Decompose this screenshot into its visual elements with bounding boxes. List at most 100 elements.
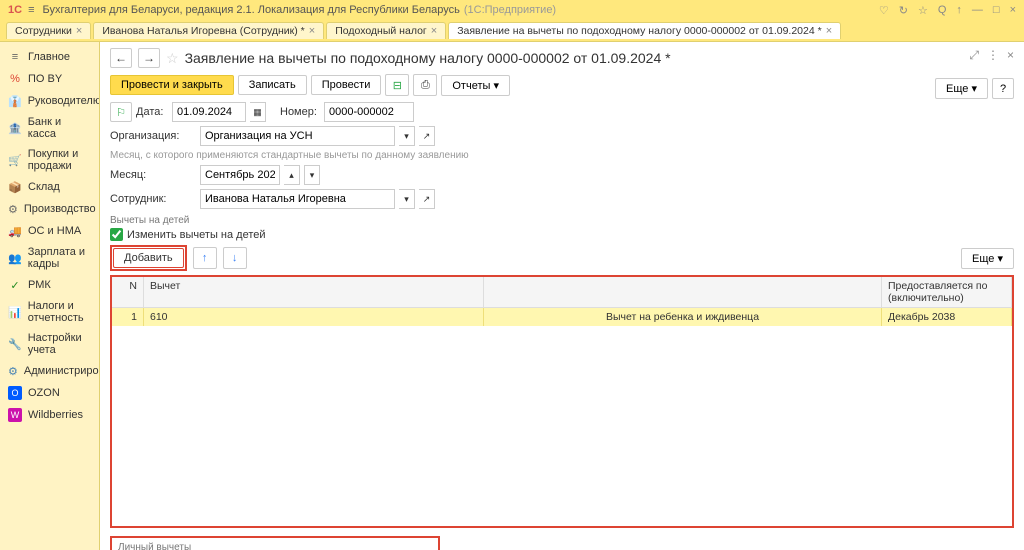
tab-employees[interactable]: Сотрудники× <box>6 22 91 39</box>
ozon-icon: O <box>8 386 22 400</box>
move-up-icon[interactable]: ↑ <box>193 247 217 269</box>
number-input[interactable] <box>324 102 414 122</box>
max-icon[interactable]: □ <box>993 4 1000 17</box>
sidebar-item-admin[interactable]: ⚙Администрирование <box>0 360 99 382</box>
more-button[interactable]: Еще ▾ <box>935 78 988 99</box>
favorite-icon[interactable]: ☆ <box>166 50 179 67</box>
home-icon: ≡ <box>8 50 22 64</box>
sidebar-item-sales[interactable]: 🛒Покупки и продажи <box>0 144 99 176</box>
post-close-button[interactable]: Провести и закрыть <box>110 75 234 95</box>
back-button[interactable]: ← <box>110 48 132 68</box>
sidebar-item-ozon[interactable]: OOZON <box>0 382 99 404</box>
bell-icon[interactable]: ♡ <box>879 4 889 17</box>
print-icon[interactable]: ⎙ <box>413 74 437 96</box>
flag-icon[interactable]: ⚐ <box>110 102 132 122</box>
close-icon[interactable]: × <box>431 25 437 37</box>
open-icon[interactable]: ↗ <box>419 189 435 209</box>
tab-employee-card[interactable]: Иванова Наталья Игоревна (Сотрудник) *× <box>93 22 324 39</box>
toolbar: Провести и закрыть Записать Провести ⊟ ⎙… <box>110 74 1014 96</box>
close-doc-icon[interactable]: × <box>1007 48 1014 63</box>
sidebar-item-production[interactable]: ⚙Производство <box>0 198 99 220</box>
help-button[interactable]: ? <box>992 78 1014 99</box>
forward-button[interactable]: → <box>138 48 160 68</box>
history-icon[interactable]: ↻ <box>899 4 908 17</box>
close-icon[interactable]: × <box>309 25 315 37</box>
sidebar-item-settings[interactable]: 🔧Настройки учета <box>0 328 99 360</box>
tabs-bar: Сотрудники× Иванова Наталья Игоревна (Со… <box>0 20 1024 42</box>
add-button[interactable]: Добавить <box>113 248 184 268</box>
change-child-label: Изменить вычеты на детей <box>127 229 266 241</box>
col-end: Предоставляется по (включительно) <box>882 277 1012 307</box>
open-icon[interactable]: ↗ <box>419 126 435 146</box>
month-input[interactable] <box>200 165 280 185</box>
chart-icon: 📊 <box>8 305 22 319</box>
sidebar-item-taxes[interactable]: 📊Налоги и отчетность <box>0 296 99 328</box>
app-logo: 1С <box>8 4 22 16</box>
spinner-up-icon[interactable]: ▴ <box>284 165 300 185</box>
app-title: Бухгалтерия для Беларуси, редакция 2.1. … <box>42 4 459 16</box>
org-input[interactable] <box>200 126 395 146</box>
star-icon[interactable]: ☆ <box>918 4 928 17</box>
table-more-button[interactable]: Еще ▾ <box>961 248 1014 269</box>
dropdown-icon[interactable]: ▾ <box>399 189 415 209</box>
col-v: Вычет <box>144 277 484 307</box>
date-input[interactable] <box>172 102 246 122</box>
hint-text: Месяц, с которого применяются стандартны… <box>110 150 1014 161</box>
personal-section-label: Личный вычеты <box>118 542 432 550</box>
sidebar-item-poby[interactable]: %ПО BY <box>0 68 99 90</box>
percent-icon: % <box>8 72 22 86</box>
month-label: Месяц: <box>110 169 196 181</box>
sidebar-item-warehouse[interactable]: 📦Склад <box>0 176 99 198</box>
sidebar-item-main[interactable]: ≡Главное <box>0 46 99 68</box>
reports-button[interactable]: Отчеты ▾ <box>441 75 510 96</box>
user-icon[interactable]: ↑ <box>956 4 962 17</box>
gear-icon: ⚙ <box>8 364 18 378</box>
tab-deduction-statement[interactable]: Заявление на вычеты по подоходному налог… <box>448 22 841 39</box>
table-row[interactable]: 1 610 Вычет на ребенка и иждивенца Декаб… <box>112 308 1012 326</box>
dropdown-icon[interactable]: ▾ <box>399 126 415 146</box>
title-bar: 1С ≡ Бухгалтерия для Беларуси, редакция … <box>0 0 1024 20</box>
search-icon[interactable]: Q <box>938 4 947 17</box>
org-label: Организация: <box>110 130 196 142</box>
box-icon: 📦 <box>8 180 22 194</box>
sidebar-item-rmk[interactable]: ✓РМК <box>0 274 99 296</box>
close-icon[interactable]: × <box>1010 4 1016 17</box>
tab-income-tax[interactable]: Подоходный налог× <box>326 22 446 39</box>
close-icon[interactable]: × <box>76 25 82 37</box>
write-button[interactable]: Записать <box>238 75 307 95</box>
check-icon: ✓ <box>8 278 22 292</box>
app-subtitle: (1С:Предприятие) <box>464 4 556 16</box>
spinner-down-icon[interactable]: ▾ <box>304 165 320 185</box>
doc-title: Заявление на вычеты по подоходному налог… <box>185 50 671 66</box>
sidebar-item-wildberries[interactable]: WWildberries <box>0 404 99 426</box>
window-controls: ♡ ↻ ☆ Q ↑ — □ × <box>879 4 1016 17</box>
change-child-checkbox[interactable] <box>110 228 123 241</box>
menu-icon[interactable]: ≡ <box>28 4 34 16</box>
date-label: Дата: <box>136 106 168 118</box>
col-n: N <box>112 277 144 307</box>
emp-input[interactable] <box>200 189 395 209</box>
bank-icon: 🏦 <box>8 121 22 135</box>
sidebar-item-manager[interactable]: 👔Руководителю <box>0 90 99 112</box>
deductions-table: N Вычет Предоставляется по (включительно… <box>110 275 1014 528</box>
dk-icon[interactable]: ⊟ <box>385 74 409 96</box>
menu-dots-icon[interactable]: ⋮ <box>987 48 999 63</box>
content-area: ⤢ ⋮ × ← → ☆ Заявление на вычеты по подох… <box>100 42 1024 550</box>
sidebar-item-assets[interactable]: 🚚ОС и НМА <box>0 220 99 242</box>
wrench-icon: 🔧 <box>8 337 22 351</box>
gear-icon: ⚙ <box>8 202 18 216</box>
sidebar-item-salary[interactable]: 👥Зарплата и кадры <box>0 242 99 274</box>
min-icon[interactable]: — <box>972 4 983 17</box>
sidebar-item-bank[interactable]: 🏦Банк и касса <box>0 112 99 144</box>
calendar-icon[interactable]: ▦ <box>250 102 266 122</box>
cart-icon: 🛒 <box>8 153 22 167</box>
post-button[interactable]: Провести <box>311 75 382 95</box>
number-label: Номер: <box>280 106 320 118</box>
move-down-icon[interactable]: ↓ <box>223 247 247 269</box>
personal-deduction-box: Личный вычеты Изменить личный вычет Код:… <box>110 536 440 550</box>
manager-icon: 👔 <box>8 94 22 108</box>
truck-icon: 🚚 <box>8 224 22 238</box>
child-section-label: Вычеты на детей <box>110 215 1014 226</box>
open-icon[interactable]: ⤢ <box>969 48 979 63</box>
close-icon[interactable]: × <box>826 25 832 37</box>
